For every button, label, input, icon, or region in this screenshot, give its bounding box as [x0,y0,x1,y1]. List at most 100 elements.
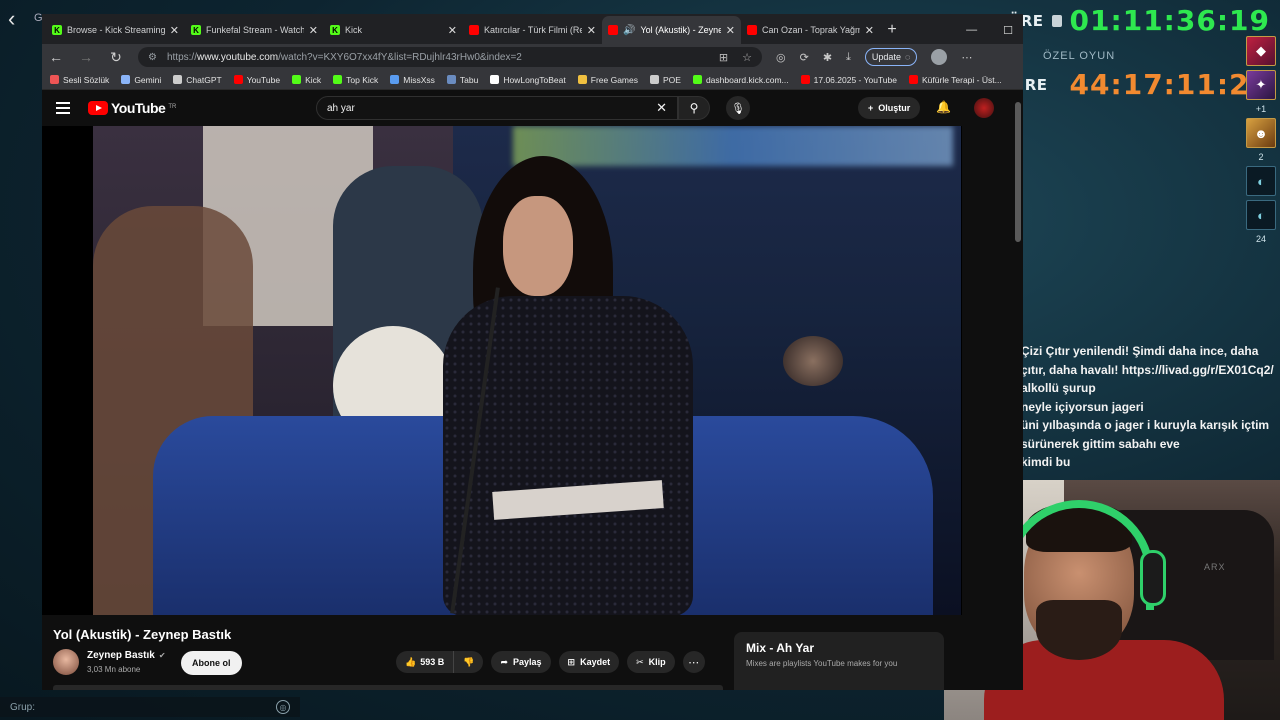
video-actions: 👍 593 B 👎 ➦ Paylaş ⊞ Kaydet ✂ Klip ⋯ [396,651,705,673]
extensions-icon[interactable]: ✱ [823,51,832,64]
bookmark-label: Tabu [459,74,479,85]
window-controls: — ☐ [966,16,1023,44]
close-tab-icon[interactable]: ✕ [587,24,596,37]
menu-dots-icon[interactable]: ⋯ [961,51,972,64]
profile-avatar[interactable] [931,49,948,65]
dislike-button[interactable]: 👎 [453,651,483,673]
youtube-logo-text: YouTube [111,100,166,116]
page-scrollbar[interactable] [1015,102,1021,242]
channel-name[interactable]: Zeynep Bastık ✔ [87,650,166,661]
bookmark-item[interactable]: MissXss [390,75,435,85]
update-icon: ◌ [904,52,911,62]
thumbs-down-icon: 👎 [463,656,475,667]
hamburger-menu-icon[interactable] [56,102,70,114]
subscribe-button[interactable]: Abone ol [181,651,242,675]
hltb-icon [490,75,500,84]
speaker-icon[interactable]: 🔊 [623,25,635,36]
bookmark-item[interactable]: ChatGPT [173,75,222,85]
extension-icon[interactable]: ◎ [776,51,786,64]
download-icon[interactable]: ⤓ [846,51,851,64]
bookmark-item[interactable]: dashboard.kick.com... [692,75,789,85]
reload-icon[interactable]: ↻ [108,49,124,66]
like-button[interactable]: 👍 593 B [396,651,453,673]
tab-bar: K Browse - Kick Streaming ✕ K Funkefal Strea… [42,14,1023,44]
bookmark-label: Küfürle Terapi - Üst... [922,74,1002,85]
share-button[interactable]: ➦ Paylaş [491,651,551,673]
close-tab-icon[interactable]: ✕ [309,24,318,37]
search-icon: ⚲ [689,101,699,115]
create-button[interactable]: + Oluştur [858,97,921,119]
back-chevron-icon[interactable]: ‹ [8,6,15,32]
youtube-logo[interactable]: YouTube TR [88,100,176,116]
bookmark-item[interactable]: Küfürle Terapi - Üst... [909,75,1002,85]
save-icon: ⊞ [567,656,576,667]
bookmark-item[interactable]: Top Kick [333,75,378,85]
group-target-icon[interactable]: ◎ [276,700,290,714]
forward-arrow-icon[interactable]: → [78,49,94,65]
clip-button[interactable]: ✂ Klip [627,651,675,673]
browser-tab[interactable]: K Kick ✕ [324,16,463,44]
maximize-icon[interactable]: ☐ [1003,24,1013,37]
update-button[interactable]: Update ◌ [864,48,918,66]
scissors-icon: ✂ [636,656,644,667]
bookmark-label: Top Kick [346,74,379,85]
youtube-icon [909,75,918,84]
youtube-icon [800,75,810,84]
kick-icon [292,75,302,84]
bookmark-label: POE [663,74,681,85]
video-player[interactable] [42,126,962,615]
bookmark-star-icon[interactable]: ☆ [742,51,752,64]
bookmark-label: Gemini [134,74,162,85]
url-host: www.youtube.com [196,51,279,63]
bookmark-item[interactable]: 17.06.2025 - YouTube [800,75,897,85]
browser-toolbar: ← → ↻ ⚙ https://www.youtube.com/watch?v=… [42,44,1023,70]
tab-title: Funkefal Stream - Watch Live [206,25,304,35]
kick-icon [692,75,702,84]
globe-icon [390,75,400,84]
search-button[interactable]: ⚲ [678,96,710,120]
minimize-icon[interactable]: — [966,24,977,36]
search-value: ah yar [327,102,355,114]
clear-search-icon[interactable]: ✕ [656,100,667,116]
bookmark-item[interactable]: Free Games [577,75,638,85]
notifications-bell-icon[interactable]: 🔔 [936,100,951,114]
close-tab-icon[interactable]: ✕ [170,24,179,37]
description-box[interactable] [53,685,723,690]
bookmark-item[interactable]: Sesli Sözlük [50,75,109,85]
bookmark-item[interactable]: HowLongToBeat [490,75,566,85]
update-label: Update [871,52,901,62]
video-title: Yol (Akustik) - Zeynep Bastık [53,627,232,642]
browser-tab[interactable]: Katırcılar - Türk Filmi (Restorasyon) ✕ [463,16,602,44]
close-tab-icon[interactable]: ✕ [448,24,457,37]
browser-tab[interactable]: K Browse - Kick Streaming ✕ [46,16,185,44]
url-prefix: https:// [166,51,197,63]
bookmark-item[interactable]: Tabu [446,74,479,85]
plus-icon: + [868,103,874,113]
bookmark-item[interactable]: Gemini [121,75,161,85]
install-app-icon[interactable]: ⊞ [719,51,728,64]
close-tab-icon[interactable]: ✕ [726,24,735,37]
party-avatar: ✦ [1246,70,1276,100]
browser-tab[interactable]: Can Ozan - Toprak Yağmuru ✕ [741,16,880,44]
youtube-play-icon [88,101,108,115]
close-tab-icon[interactable]: ✕ [865,24,874,37]
channel-avatar[interactable] [53,649,79,675]
bookmark-item[interactable]: Kick [292,75,321,85]
account-avatar[interactable] [974,98,994,118]
bookmark-item[interactable]: YouTube [233,75,280,85]
site-info-icon[interactable]: ⚙ [148,52,157,63]
mix-playlist-panel[interactable]: Mix - Ah Yar Mixes are playlists YouTube… [734,632,944,690]
sync-icon[interactable]: ⟳ [800,51,809,64]
browser-tab[interactable]: K Funkefal Stream - Watch Live ✕ [185,16,324,44]
book-icon [50,75,59,84]
address-bar[interactable]: ⚙ https://www.youtube.com/watch?v=KXY6O7… [138,47,762,67]
save-button[interactable]: ⊞ Kaydet [558,651,620,673]
bookmark-item[interactable]: POE [650,75,681,85]
browser-tab[interactable]: 🔊 Yol (Akustik) - Zeynep ✕ [602,16,741,44]
party-count: 24 [1255,234,1266,244]
voice-search-button[interactable]: 🎙 [726,96,750,120]
new-tab-button[interactable]: + [880,16,904,44]
search-input[interactable]: ah yar ✕ [316,96,678,120]
more-actions-button[interactable]: ⋯ [682,651,705,673]
back-arrow-icon[interactable]: ← [48,49,64,65]
